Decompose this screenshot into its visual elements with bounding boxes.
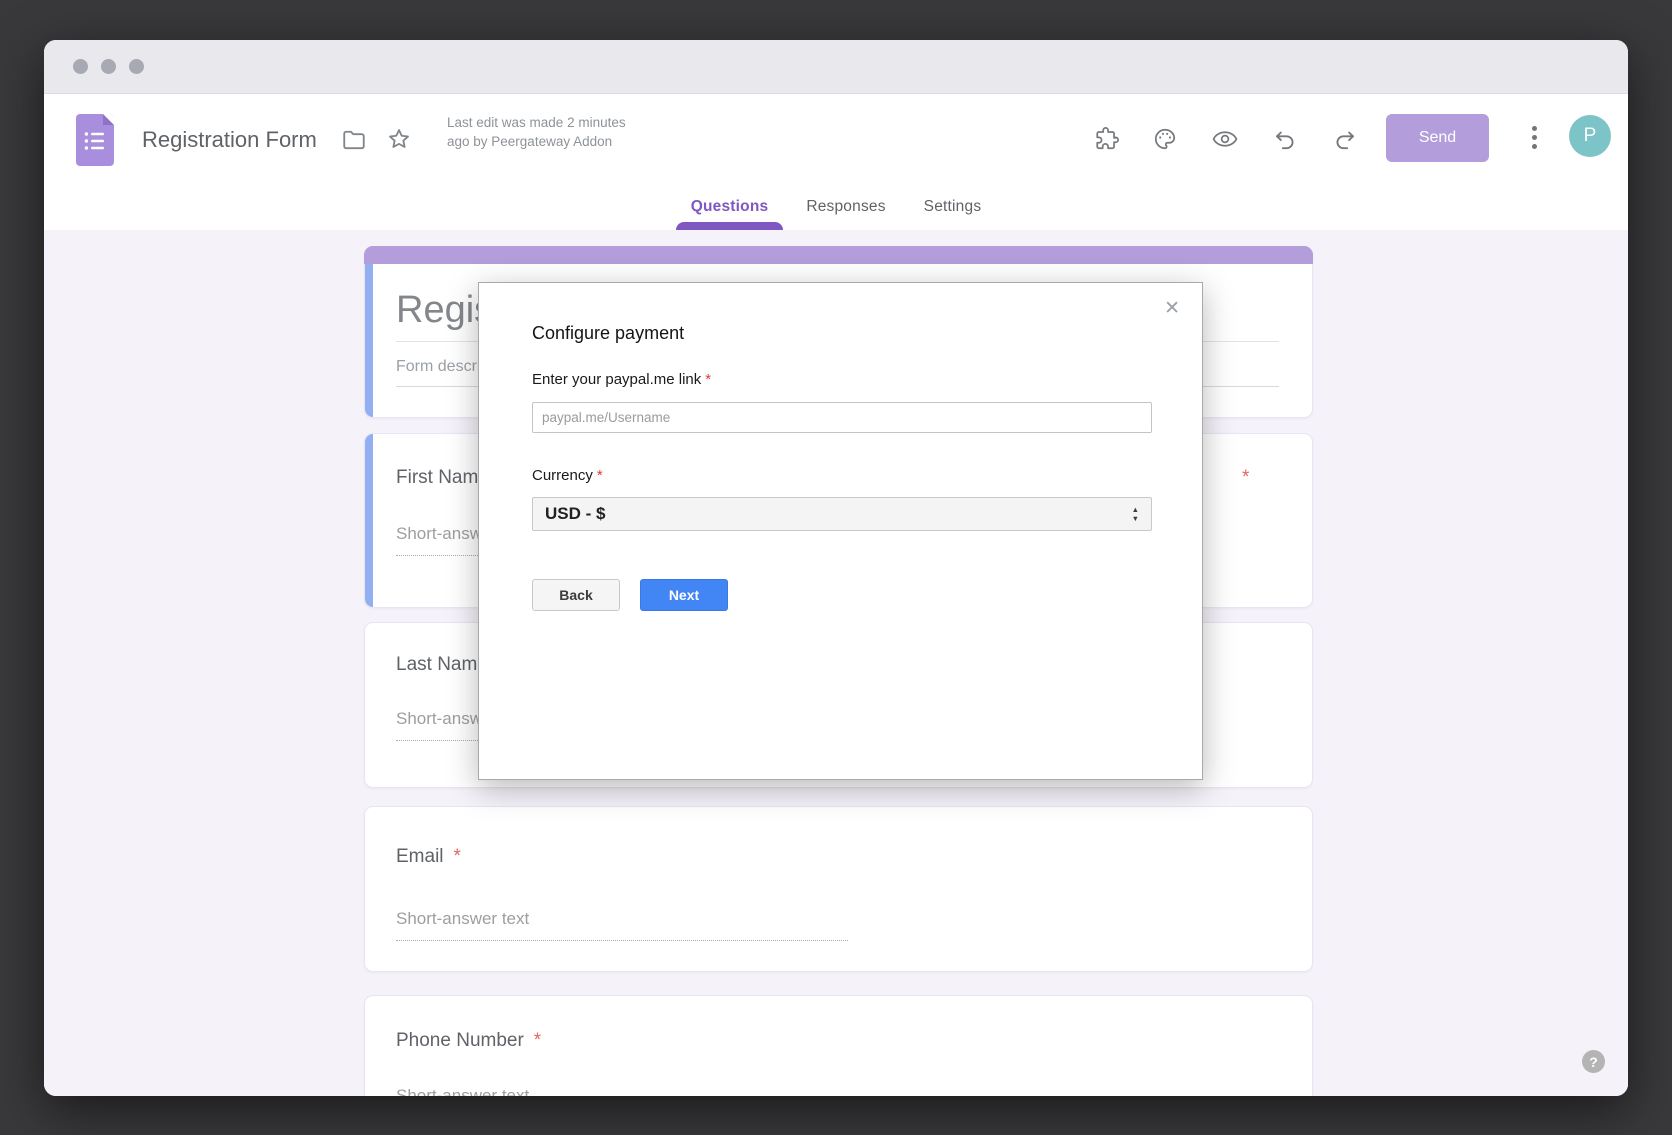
theme-palette-icon[interactable] [1152,126,1178,152]
window-zoom-button[interactable] [129,59,144,74]
back-button[interactable]: Back [532,579,620,611]
question-card-phone-number[interactable]: Phone Number* Short-answer text [364,995,1313,1096]
browser-window: Registration Form Last edit was made 2 m… [44,40,1628,1096]
required-asterisk: * [534,1030,541,1051]
selected-indicator-bar [365,264,373,417]
select-stepper-icon: ▲▼ [1132,505,1139,523]
currency-select[interactable]: USD - $ ▲▼ [532,497,1152,531]
star-icon[interactable] [386,126,412,152]
tab-questions[interactable]: Questions [687,190,773,230]
short-answer-placeholder: Short-answer text [396,1086,848,1096]
window-minimize-button[interactable] [101,59,116,74]
redo-icon[interactable] [1332,126,1358,152]
required-asterisk: * [1242,467,1249,489]
currency-label: Currency* [532,467,603,484]
last-edit-note: Last edit was made 2 minutes ago by Peer… [447,113,627,151]
tab-responses[interactable]: Responses [802,190,889,230]
form-theme-top-bar [364,246,1313,264]
form-nav-tabs: Questions Responses Settings [44,190,1628,230]
form-list-glyph [84,131,106,151]
send-button[interactable]: Send [1386,114,1489,162]
question-title: Phone Number* [396,1030,541,1052]
preview-eye-icon[interactable] [1212,126,1238,152]
paypal-link-label: Enter your paypal.me link* [532,371,711,388]
next-button[interactable]: Next [640,579,728,611]
close-icon[interactable]: ✕ [1164,297,1180,320]
undo-icon[interactable] [1272,126,1298,152]
question-title: Email* [396,846,461,868]
question-title: Last Name [396,654,488,676]
currency-selected-value: USD - $ [545,504,605,524]
add-ons-puzzle-icon[interactable] [1094,126,1120,152]
paypal-link-input[interactable] [532,402,1152,433]
short-answer-placeholder: Short-answer text [396,909,848,941]
more-options-kebab-icon[interactable] [1527,126,1541,158]
required-asterisk: * [454,846,461,867]
move-to-folder-icon[interactable] [341,127,367,153]
account-avatar[interactable]: P [1569,115,1611,157]
question-card-email[interactable]: Email* Short-answer text [364,806,1313,972]
google-forms-icon[interactable] [76,114,114,166]
help-button[interactable]: ? [1582,1050,1605,1073]
folded-corner [103,114,114,125]
configure-payment-dialog: ✕ Configure payment Enter your paypal.me… [478,282,1203,780]
window-titlebar [44,40,1628,94]
question-title: First Name [396,467,489,489]
app-header: Registration Form Last edit was made 2 m… [44,94,1628,190]
active-tab-underline [676,222,784,230]
window-close-button[interactable] [73,59,88,74]
selected-indicator-bar [365,434,373,607]
dialog-title: Configure payment [532,323,684,344]
document-title[interactable]: Registration Form [142,125,317,155]
required-asterisk: * [705,371,711,388]
tab-settings[interactable]: Settings [920,190,986,230]
required-asterisk: * [597,467,603,484]
